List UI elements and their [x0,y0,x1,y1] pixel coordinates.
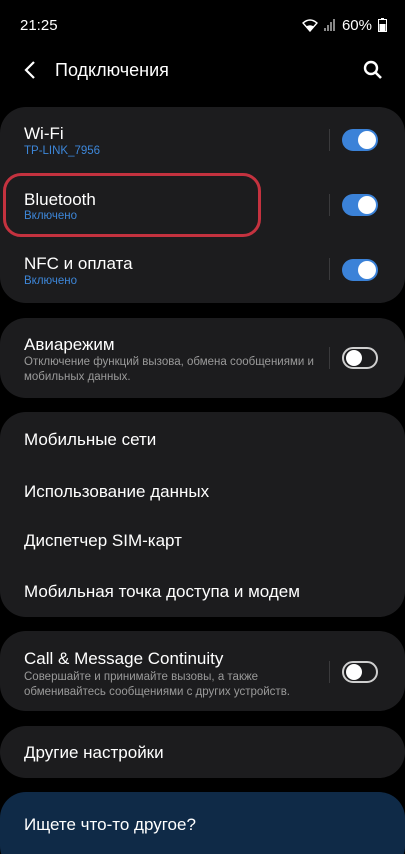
toggle-knob [358,196,376,214]
list-item-sim-manager[interactable]: Диспетчер SIM-карт [0,514,405,565]
airplane-label: Авиарежим [24,335,115,354]
footer-label: Ищете что-то другое? [24,815,196,834]
battery-percent: 60% [341,16,372,34]
list-item-mobile-networks[interactable]: Мобильные сети [0,412,405,464]
wifi-icon [301,18,318,32]
app-header: Подключения [0,50,405,90]
list-item-label: Использование данных [24,482,210,501]
page-title: Подключения [55,60,169,80]
toggle-knob [346,350,362,366]
divider [329,194,330,216]
wifi-network-name: TP-LINK_7956 [24,145,101,157]
list-item-label: Мобильная точка доступа и модем [24,582,300,601]
airplane-description: Отключение функций вызова, обмена сообще… [24,356,314,383]
list-item-hotspot[interactable]: Мобильная точка доступа и модем [0,565,405,617]
looking-for-something-else-card[interactable]: Ищете что-то другое? [0,792,405,854]
battery-icon [378,18,387,32]
status-time: 21:25 [20,16,58,34]
nfc-status: Включено [24,275,78,287]
status-icons: 60% [301,16,387,34]
toggle-knob [358,261,376,279]
divider [329,129,330,151]
continuity-row[interactable]: Call & Message Continuity Совершайте и п… [0,631,405,711]
wifi-label: Wi-Fi [24,124,64,143]
toggle-knob [358,131,376,149]
list-item-label: Мобильные сети [24,430,157,449]
search-icon[interactable] [357,54,389,86]
divider [329,347,330,369]
airplane-row[interactable]: Авиарежим Отключение функций вызова, обм… [0,318,405,398]
divider [329,661,330,683]
bluetooth-highlight-annotation [3,173,261,237]
airplane-toggle[interactable] [342,347,378,369]
nfc-label: NFC и оплата [24,254,133,273]
continuity-toggle[interactable] [342,661,378,683]
wifi-row[interactable]: Wi-Fi TP-LINK_7956 [0,107,405,173]
status-bar: 21:25 60% [0,0,405,50]
other-settings-row[interactable]: Другие настройки [0,726,405,778]
wifi-toggle[interactable] [342,129,378,151]
other-settings-label: Другие настройки [24,743,164,762]
back-arrow-icon[interactable] [14,54,46,86]
signal-icon [323,19,336,31]
continuity-label: Call & Message Continuity [24,649,224,668]
continuity-description: Совершайте и принимайте вызовы, а также … [24,671,290,698]
bluetooth-toggle[interactable] [342,194,378,216]
toggle-knob [346,664,362,680]
list-item-data-usage[interactable]: Использование данных [0,464,405,514]
divider [329,258,330,280]
list-item-label: Диспетчер SIM-карт [24,531,182,550]
nfc-toggle[interactable] [342,259,378,281]
nfc-row[interactable]: NFC и оплата Включено [0,237,405,303]
